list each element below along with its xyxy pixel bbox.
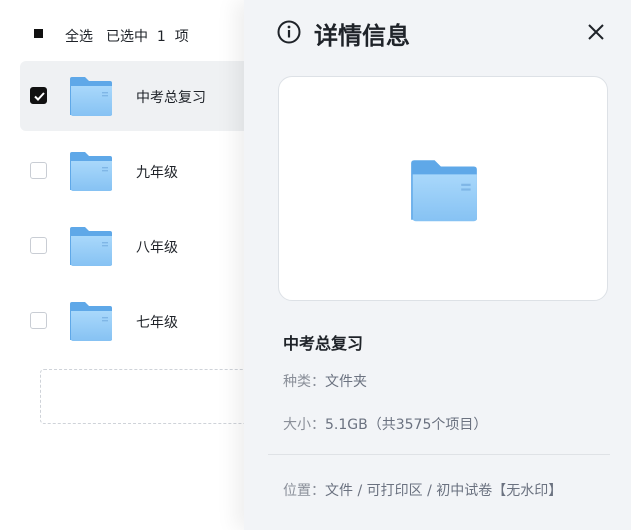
divider <box>268 454 610 455</box>
preview-card <box>278 76 608 301</box>
meta-location-label: 位置： <box>283 483 325 499</box>
list-item[interactable]: 中考总复习 <box>20 61 245 131</box>
folder-icon <box>68 75 114 117</box>
meta-size-value: 5.1GB（共3575个项目） <box>325 417 488 433</box>
meta-size-label: 大小： <box>283 417 325 433</box>
meta-type-value: 文件夹 <box>325 374 367 390</box>
meta-size: 大小：5.1GB（共3575个项目） <box>283 414 487 434</box>
list-item[interactable]: 七年级 <box>20 286 245 356</box>
item-checkbox[interactable] <box>30 237 47 254</box>
close-icon[interactable] <box>584 20 608 44</box>
selection-bar: 全选 已选中 1 项 <box>0 0 245 62</box>
drop-zone[interactable] <box>40 369 260 424</box>
select-all-checkbox[interactable] <box>30 25 47 42</box>
detail-panel: 详情信息 中考总复习 种类：文件夹 大小：5.1GB（共3575个项目） 位置：… <box>244 0 631 530</box>
detail-title: 详情信息 <box>314 22 410 50</box>
list-item[interactable]: 九年级 <box>20 136 245 206</box>
meta-location: 位置：文件 / 可打印区 / 初中试卷【无水印】 <box>283 477 613 505</box>
item-checkbox[interactable] <box>30 312 47 329</box>
item-checkbox[interactable] <box>30 87 47 104</box>
item-checkbox[interactable] <box>30 162 47 179</box>
selected-count: 已选中 1 项 <box>106 29 189 45</box>
meta-location-value: 文件 / 可打印区 / 初中试卷【无水印】 <box>325 483 563 499</box>
list-item[interactable]: 八年级 <box>20 211 245 281</box>
detail-file-name: 中考总复习 <box>283 334 364 353</box>
file-list-pane: 全选 已选中 1 项 中考总复习 九年级 八年级 七年级 <box>0 0 260 530</box>
select-all-label[interactable]: 全选 <box>65 26 93 46</box>
folder-icon <box>68 225 114 267</box>
item-name[interactable]: 七年级 <box>136 312 178 332</box>
info-icon <box>277 20 301 44</box>
folder-icon <box>408 157 480 223</box>
folder-icon <box>68 300 114 342</box>
item-name[interactable]: 九年级 <box>136 162 178 182</box>
folder-icon <box>68 150 114 192</box>
item-name[interactable]: 中考总复习 <box>136 87 206 107</box>
checkmark-icon <box>34 92 45 101</box>
item-name[interactable]: 八年级 <box>136 237 178 257</box>
meta-type: 种类：文件夹 <box>283 371 367 391</box>
meta-type-label: 种类： <box>283 374 325 390</box>
